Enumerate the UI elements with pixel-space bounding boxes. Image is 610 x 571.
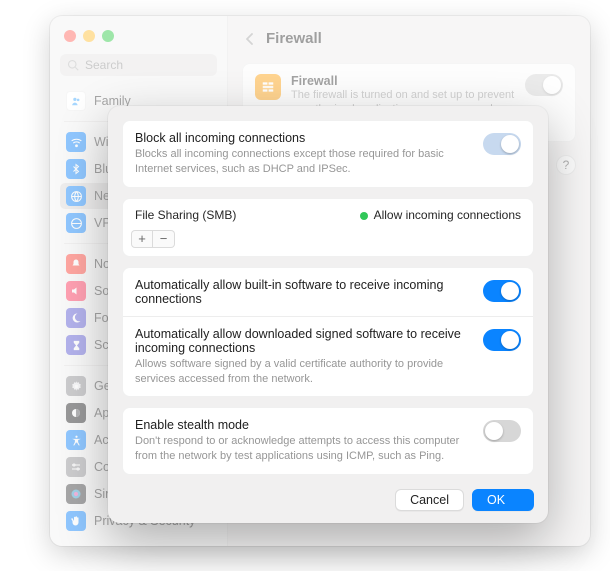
block-all-card: Block all incoming connections Blocks al… <box>122 120 534 188</box>
accessibility-icon <box>66 430 86 450</box>
sound-icon <box>66 281 86 301</box>
search-placeholder: Search <box>85 58 123 72</box>
stealth-title: Enable stealth mode <box>135 418 473 432</box>
bluetooth-icon <box>66 159 86 179</box>
app-status: Allow incoming connections <box>360 208 521 222</box>
detail-header: Firewall <box>228 16 590 57</box>
allow-signed-desc: Allows software signed by a valid certif… <box>135 357 473 387</box>
allow-builtin-toggle[interactable] <box>483 280 521 302</box>
block-all-title: Block all incoming connections <box>135 131 473 145</box>
hand-icon <box>66 511 86 531</box>
firewall-options-sheet: Block all incoming connections Blocks al… <box>108 106 548 523</box>
firewall-icon <box>255 74 281 100</box>
cancel-button[interactable]: Cancel <box>395 489 464 511</box>
block-all-desc: Blocks all incoming connections except t… <box>135 147 473 177</box>
control-center-icon <box>66 457 86 477</box>
page-title: Firewall <box>266 30 322 47</box>
dialog-footer: Cancel OK <box>122 485 534 511</box>
appearance-icon <box>66 403 86 423</box>
apps-card: File Sharing (SMB) Allow incoming connec… <box>122 198 534 257</box>
add-app-button[interactable]: + <box>131 230 153 248</box>
focus-icon <box>66 308 86 328</box>
status-dot-icon <box>360 212 368 220</box>
block-all-toggle[interactable] <box>483 133 521 155</box>
search-icon <box>67 59 79 71</box>
help-button[interactable]: ? <box>556 155 576 175</box>
siri-icon <box>66 484 86 504</box>
allow-card: Automatically allow built-in software to… <box>122 267 534 398</box>
zoom-window-button[interactable] <box>102 30 114 42</box>
stealth-card: Enable stealth mode Don't respond to or … <box>122 407 534 475</box>
stealth-toggle[interactable] <box>483 420 521 442</box>
window-controls <box>60 26 217 52</box>
app-name: File Sharing (SMB) <box>135 208 236 222</box>
bell-icon <box>66 254 86 274</box>
close-window-button[interactable] <box>64 30 76 42</box>
allow-signed-title: Automatically allow downloaded signed so… <box>135 327 473 355</box>
search-input[interactable]: Search <box>60 54 217 76</box>
family-icon <box>66 91 86 111</box>
back-icon[interactable] <box>242 31 258 47</box>
allow-builtin-title: Automatically allow built-in software to… <box>135 278 473 306</box>
minimize-window-button[interactable] <box>83 30 95 42</box>
firewall-title: Firewall <box>291 74 515 88</box>
network-icon <box>66 186 86 206</box>
stealth-desc: Don't respond to or acknowledge attempts… <box>135 434 473 464</box>
vpn-icon <box>66 213 86 233</box>
wifi-icon <box>66 132 86 152</box>
gear-icon <box>66 376 86 396</box>
app-status-label: Allow incoming connections <box>374 208 521 222</box>
hourglass-icon <box>66 335 86 355</box>
remove-app-button[interactable]: − <box>153 230 175 248</box>
firewall-master-toggle[interactable] <box>525 74 563 96</box>
allow-signed-toggle[interactable] <box>483 329 521 351</box>
ok-button[interactable]: OK <box>472 489 534 511</box>
